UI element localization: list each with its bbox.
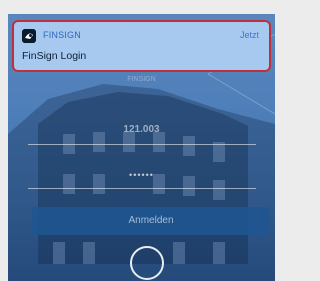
username-field[interactable]: 121.003 — [8, 124, 275, 135]
push-notification[interactable]: FINSIGN Jetzt FinSign Login — [12, 20, 271, 72]
username-underline — [28, 144, 256, 145]
notification-message: FinSign Login — [22, 50, 87, 62]
faded-header-text: FINSIGN — [127, 76, 156, 83]
password-field[interactable]: •••••• — [8, 170, 275, 180]
login-button[interactable]: Anmelden — [32, 207, 270, 235]
notification-header: FINSIGN Jetzt — [22, 29, 259, 43]
notification-time: Jetzt — [239, 30, 259, 40]
password-underline — [28, 188, 256, 189]
phone-screen: FINSIGN 121.003 •••••• Anmelden FINSIGN … — [8, 14, 275, 281]
notification-app-name: FINSIGN — [43, 30, 81, 40]
fingerprint-ring-icon[interactable] — [130, 246, 164, 280]
finsign-logo-icon — [22, 29, 36, 43]
